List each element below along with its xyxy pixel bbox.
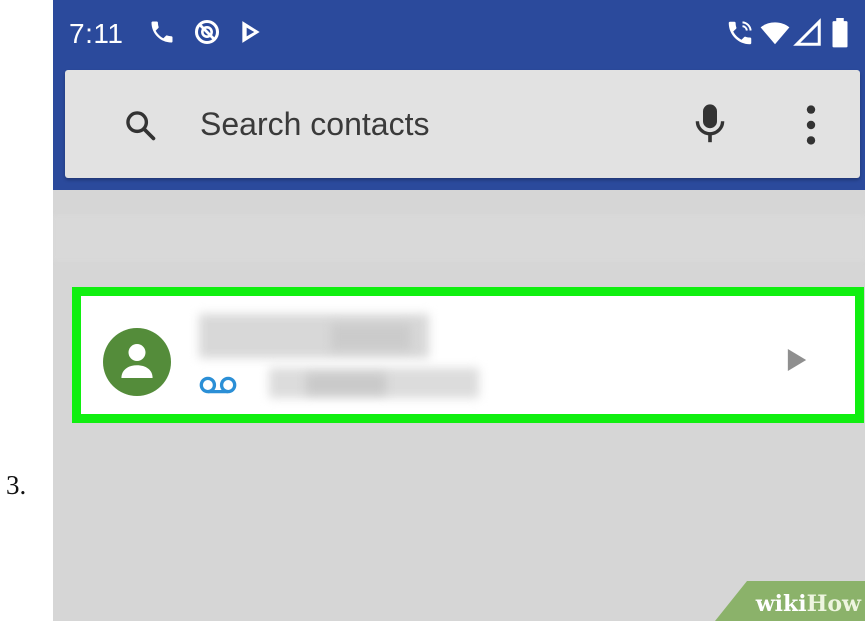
voicemail-icon <box>199 376 237 394</box>
wikihow-suffix: How <box>806 591 861 617</box>
play-store-icon <box>242 21 260 43</box>
search-input[interactable]: Search contacts <box>200 106 429 143</box>
avatar <box>103 328 171 396</box>
phone-call-icon <box>151 21 173 43</box>
play-icon[interactable] <box>786 347 808 373</box>
step-number: 3. <box>6 470 27 500</box>
more-options-icon[interactable] <box>803 104 819 146</box>
person-icon <box>121 344 153 378</box>
status-time: 7:11 <box>69 18 124 49</box>
wifi-icon <box>760 22 790 45</box>
blurred-divider-row <box>53 215 865 261</box>
block-icon <box>194 19 220 45</box>
blurred-detail-shade <box>306 374 386 394</box>
blurred-name-shade <box>331 324 411 350</box>
microphone-icon[interactable] <box>693 103 727 145</box>
wikihow-watermark: wikiHow <box>715 581 865 621</box>
phone-screen: 7:11 Search contacts wikiHow <box>53 0 865 621</box>
app-header: 7:11 Search contacts <box>53 0 865 190</box>
wikihow-prefix: wiki <box>755 591 807 617</box>
battery-icon <box>832 18 848 48</box>
search-icon[interactable] <box>123 108 157 142</box>
contact-list-item[interactable] <box>72 287 864 423</box>
search-bar[interactable]: Search contacts <box>65 70 860 178</box>
signal-icon <box>793 18 821 46</box>
wifi-calling-icon <box>728 21 752 45</box>
wikihow-logo: wikiHow <box>756 591 861 617</box>
